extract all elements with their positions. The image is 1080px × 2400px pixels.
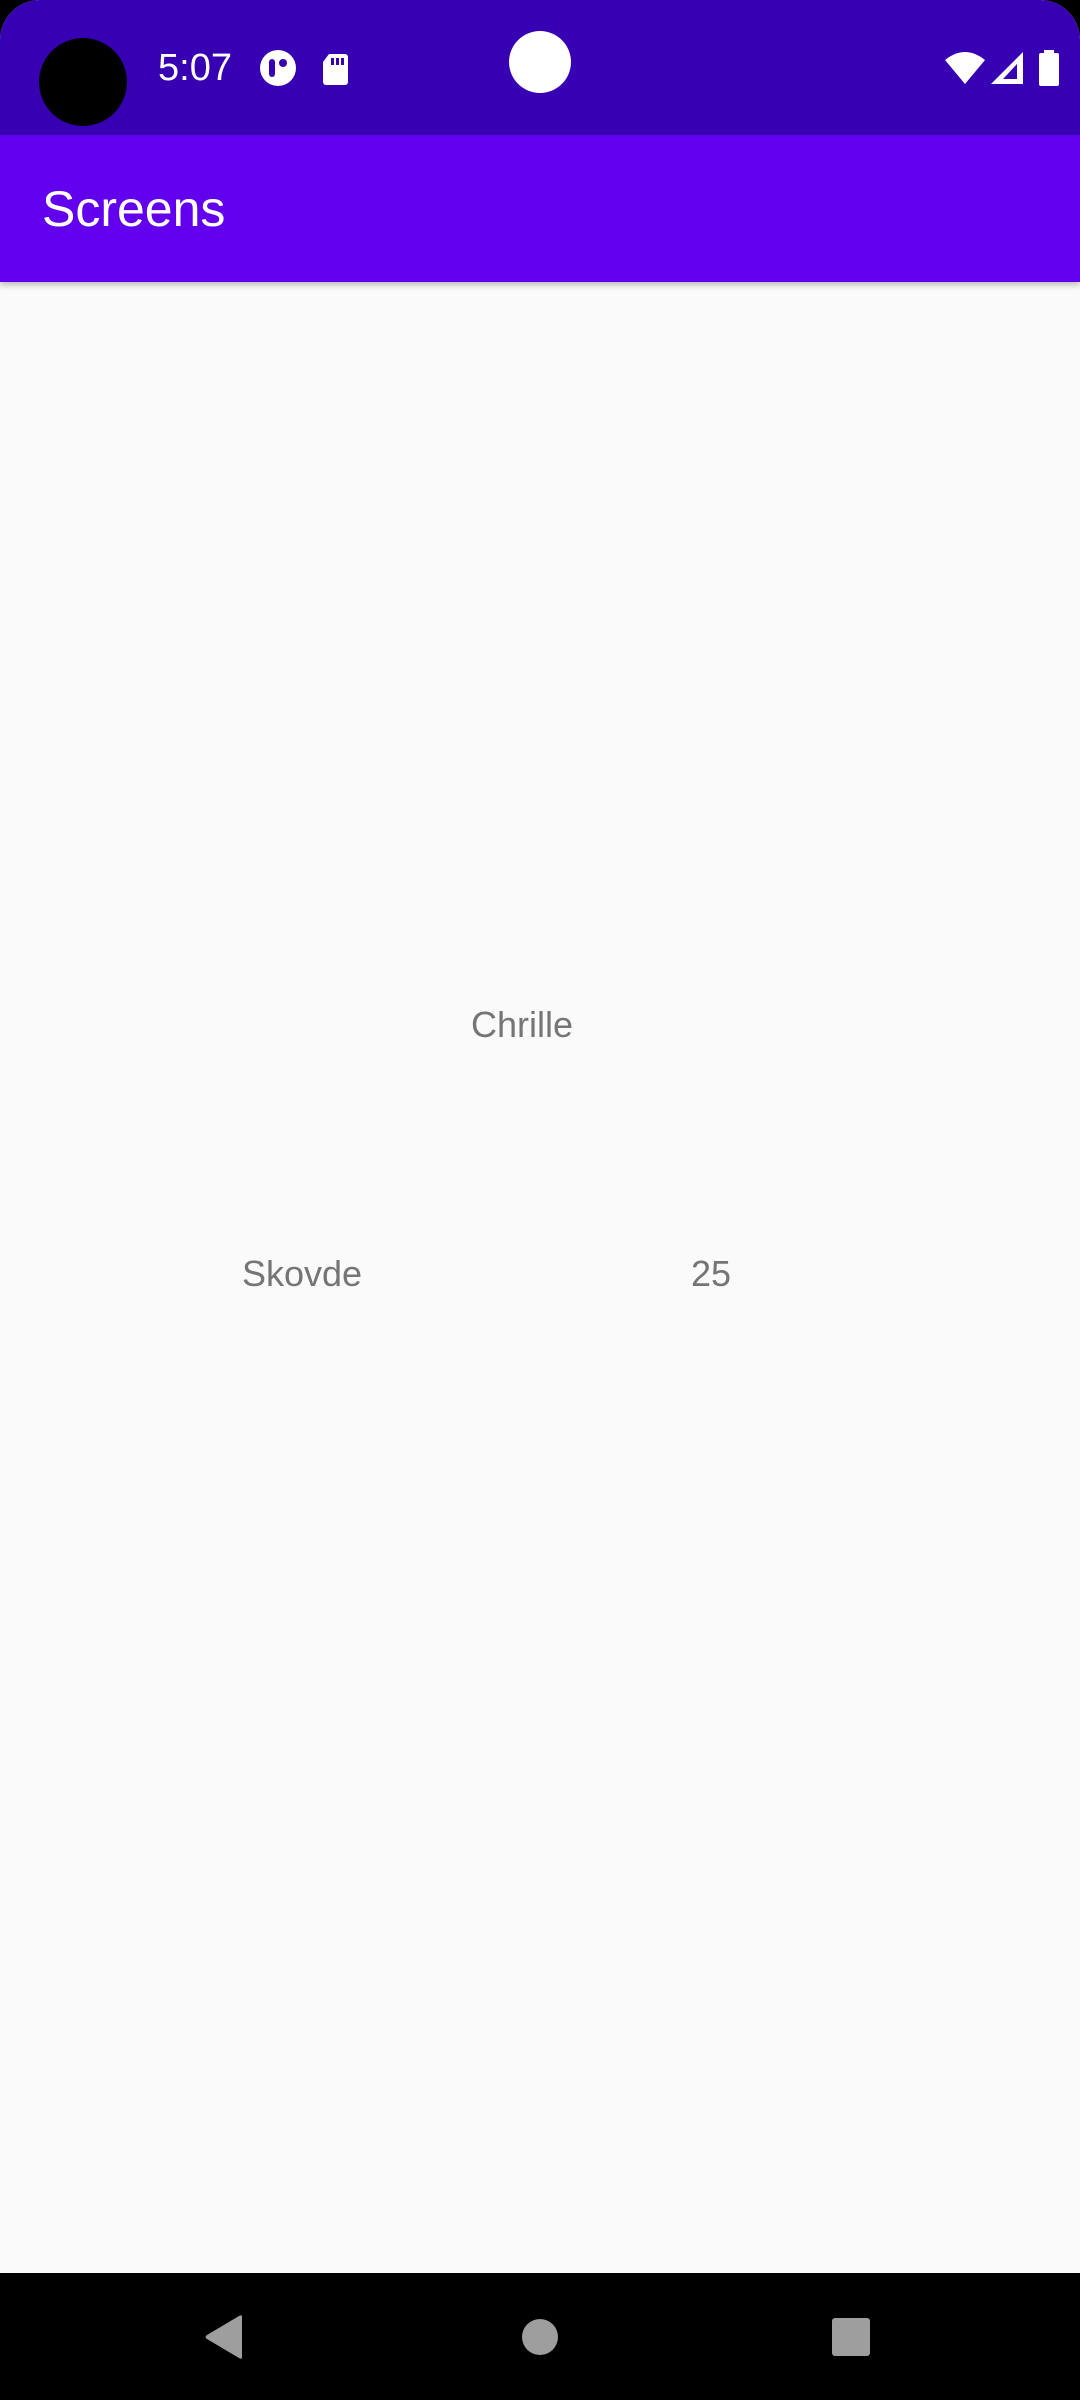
phone-screen: 5:07 Screens Chrille Skovde 25 [0, 0, 1080, 2400]
app-title: Screens [42, 181, 226, 237]
center-dot [509, 31, 571, 93]
battery-icon [1036, 48, 1062, 88]
age-text: 25 [691, 1253, 732, 1294]
back-icon [205, 2315, 242, 2359]
sd-card-icon [317, 48, 357, 88]
city-text: Skovde [242, 1253, 363, 1294]
back-button[interactable] [186, 2299, 262, 2375]
app-bar: Screens [0, 135, 1080, 282]
recents-button[interactable] [813, 2299, 889, 2375]
data-saver-icon [258, 48, 298, 88]
cell-signal-icon [987, 48, 1027, 88]
name-text: Chrille [471, 1004, 574, 1045]
wifi-icon [944, 48, 986, 88]
home-button[interactable] [502, 2299, 578, 2375]
status-time: 5:07 [158, 47, 232, 89]
navigation-bar [0, 2273, 1080, 2400]
recents-icon [832, 2318, 870, 2356]
status-bar: 5:07 [0, 0, 1080, 135]
camera-cutout [39, 38, 127, 126]
home-icon [522, 2319, 558, 2355]
